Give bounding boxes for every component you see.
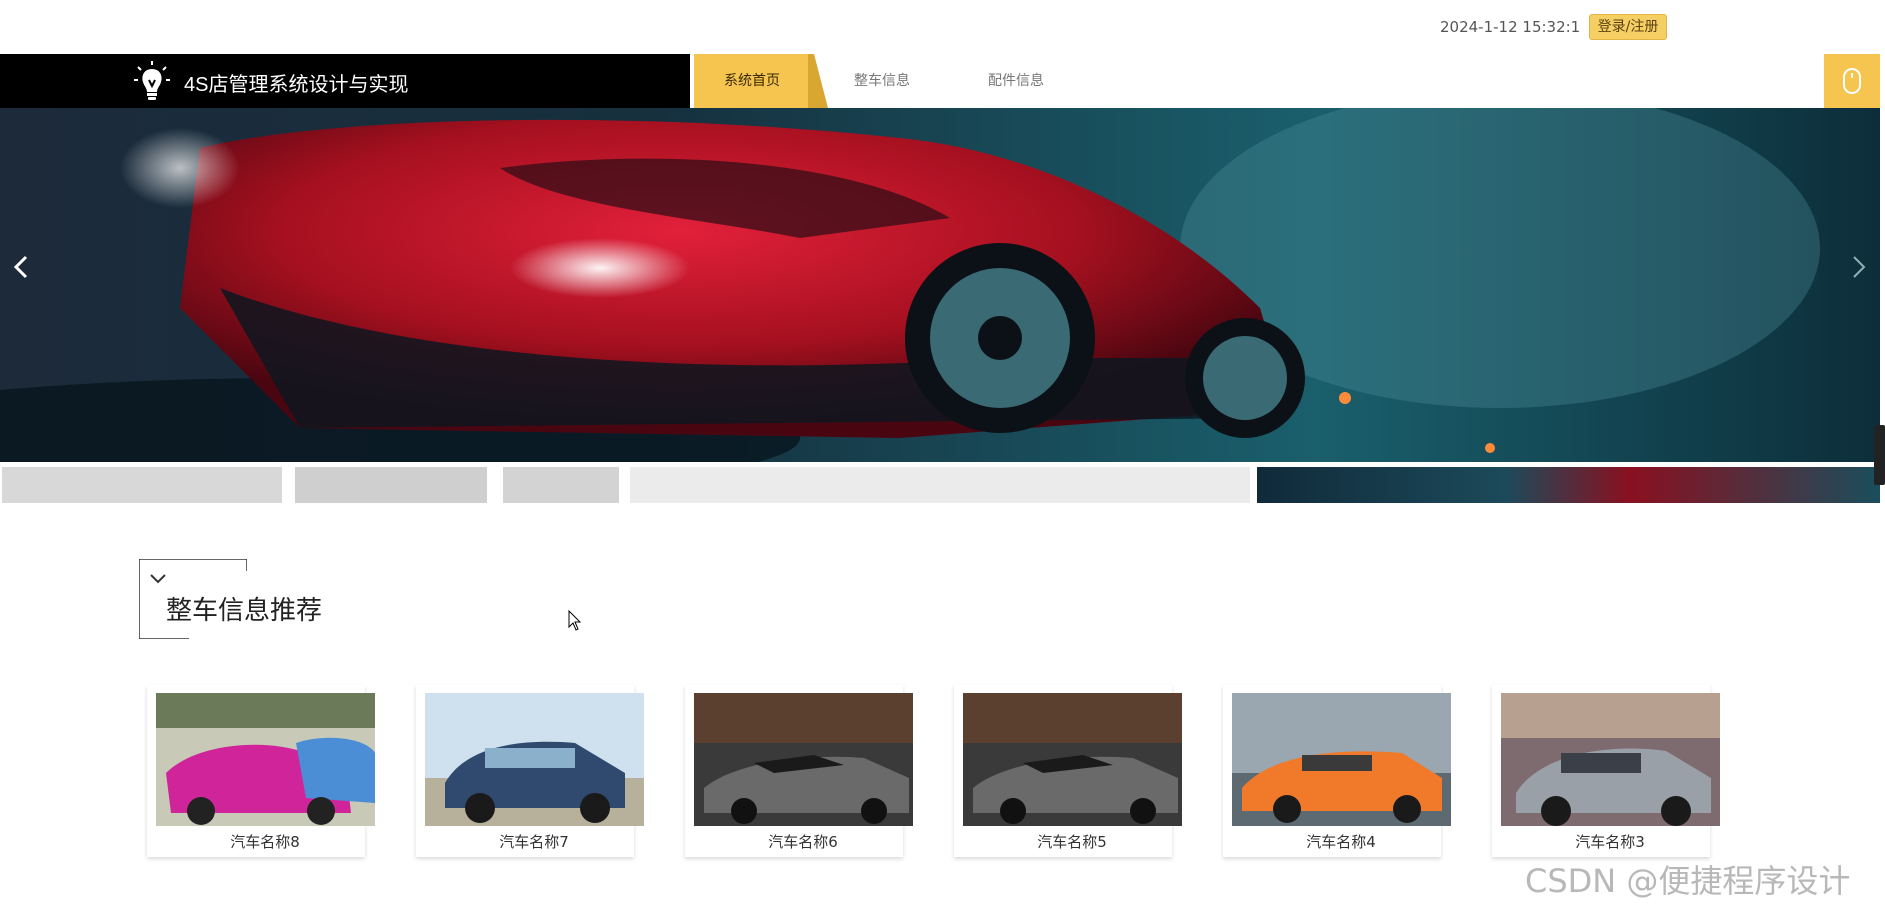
mouse-scroll-button[interactable]	[1824, 54, 1880, 108]
carousel-thumbnail[interactable]	[295, 467, 487, 503]
top-bar: 2024-1-12 15:32:1 登录/注册	[0, 0, 1885, 54]
car-name[interactable]: 汽车名称5	[954, 831, 1190, 852]
car-card[interactable]: 汽车名称7	[416, 685, 644, 857]
car-card[interactable]: 汽车名称3	[1492, 685, 1720, 857]
car-card[interactable]: 汽车名称5	[954, 685, 1182, 857]
car-card[interactable]: 汽车名称8	[147, 685, 375, 857]
car-card[interactable]: 汽车名称4	[1223, 685, 1451, 857]
carousel-thumbnail-active[interactable]	[1257, 467, 1880, 503]
nav-active-accent	[808, 54, 828, 108]
hero-carousel[interactable]	[0, 108, 1880, 462]
carousel-prev-button[interactable]	[12, 253, 30, 289]
car-image	[425, 693, 644, 826]
watermark-text: CSDN @便捷程序设计	[1525, 862, 1851, 900]
car-name[interactable]: 汽车名称3	[1492, 831, 1728, 852]
car-image	[963, 693, 1182, 826]
mouse-cursor-icon	[568, 610, 582, 631]
carousel-thumbnail-strip	[0, 467, 1880, 503]
car-image	[1501, 693, 1720, 826]
site-title: 4S店管理系统设计与实现	[184, 74, 409, 96]
car-image	[156, 693, 375, 826]
car-name[interactable]: 汽车名称4	[1223, 831, 1459, 852]
car-name[interactable]: 汽车名称6	[685, 831, 921, 852]
carousel-thumbnail[interactable]	[630, 467, 1250, 503]
carousel-thumbnail[interactable]	[503, 467, 619, 503]
nav-item-vehicles[interactable]: 整车信息	[854, 54, 910, 108]
nav-item-home[interactable]: 系统首页	[694, 54, 810, 108]
mouse-icon	[1843, 68, 1861, 94]
chevron-right-icon	[1853, 256, 1866, 278]
current-datetime: 2024-1-12 15:32:1	[1440, 18, 1581, 36]
car-card[interactable]: 汽车名称6	[685, 685, 913, 857]
login-register-button[interactable]: 登录/注册	[1589, 14, 1667, 40]
main-navbar: 4S店管理系统设计与实现 系统首页 整车信息 配件信息	[0, 54, 1885, 108]
car-name[interactable]: 汽车名称7	[416, 831, 652, 852]
car-image	[694, 693, 913, 826]
car-image	[1232, 693, 1451, 826]
carousel-next-button[interactable]	[1850, 253, 1868, 289]
hero-car-image	[0, 108, 1880, 462]
page-scrollbar-thumb[interactable]	[1874, 425, 1885, 485]
lightbulb-logo-icon	[134, 61, 170, 100]
section-title: 整车信息推荐	[166, 596, 323, 626]
car-name[interactable]: 汽车名称8	[147, 831, 383, 852]
carousel-thumbnail[interactable]	[2, 467, 282, 503]
chevron-left-icon	[13, 255, 28, 279]
nav-item-parts[interactable]: 配件信息	[988, 54, 1044, 108]
